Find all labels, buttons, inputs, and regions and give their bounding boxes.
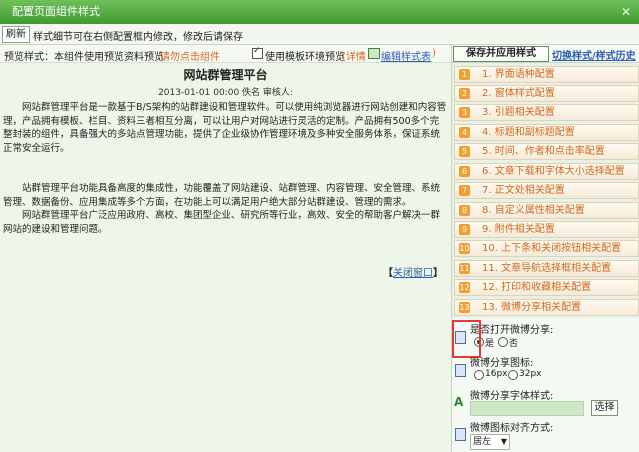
font-style-icon: A (454, 395, 464, 409)
menu-item-11[interactable]: 11 11. 文章导航选择框相关配置 (454, 260, 639, 277)
menu-number-badge: 2 (459, 88, 470, 99)
preview-pane: 预览样式：本组件使用预览资料预览 请勿点击组件 使用模板环境预览 (详情 编辑样… (0, 45, 452, 452)
preview-header: 预览样式：本组件使用预览资料预览 请勿点击组件 使用模板环境预览 (详情 编辑样… (0, 45, 451, 63)
menu-item-6[interactable]: 6 6. 文章下载和字体大小选择配置 (454, 163, 639, 180)
align-icon (455, 428, 466, 441)
menu-item-label: 2. 窗体样式配置 (482, 88, 555, 99)
menu-item-13[interactable]: 13 13. 微博分享相关配置 (454, 299, 639, 316)
menu-item-4[interactable]: 4 4. 标题和副标题配置 (454, 124, 639, 141)
close-window-link[interactable]: 关闭窗口 (393, 268, 433, 279)
close-window-wrapper: 【关闭窗口】 (383, 264, 443, 279)
window-titlebar: 配置页面组件样式 ✕ (0, 0, 639, 24)
article-paragraph-1: 网站群管理平台是一款基于B/S架构的站群建设和管理软件。可以使用纯浏览器进行网站… (3, 102, 447, 155)
chevron-down-icon: ▼ (500, 437, 507, 446)
menu-item-label: 9. 附件相关配置 (482, 224, 555, 235)
menu-number-badge: 7 (459, 185, 470, 196)
weibo-settings: 是否打开微博分享: 是 否 微博分享图标: 16px 32px A 微博分享字体… (452, 318, 639, 452)
menu-item-1[interactable]: 1 1. 界面语种配置 (454, 66, 639, 83)
menu-item-10[interactable]: 10 10. 上下条和关闭按钮相关配置 (454, 240, 639, 257)
menu-number-badge: 13 (459, 302, 470, 313)
switch-style-link[interactable]: 切换样式/样式历史 (552, 47, 636, 62)
menu-number-badge: 6 (459, 166, 470, 177)
menu-item-5[interactable]: 5 5. 时间、作者和点击率配置 (454, 143, 639, 160)
window-title: 配置页面组件样式 (12, 5, 100, 18)
weibo-share-no-label: 否 (509, 339, 519, 349)
menu-item-label: 5. 时间、作者和点击率配置 (482, 146, 605, 157)
weibo-share-label: 是否打开微博分享: (470, 325, 554, 336)
menu-item-7[interactable]: 7 7. 正文处相关配置 (454, 182, 639, 199)
align-label: 微博图标对齐方式: (470, 423, 554, 434)
highlight-box (452, 320, 481, 358)
menu-number-badge: 9 (459, 224, 470, 235)
menu-item-label: 3. 引题相关配置 (482, 107, 555, 118)
use-template-label: 使用模板环境预览 (265, 52, 345, 63)
icon-32px-label: 32px (519, 369, 542, 379)
menu-number-badge: 10 (459, 243, 470, 254)
config-header: 保存并应用样式 切换样式/样式历史 (452, 45, 639, 63)
menu-item-12[interactable]: 12 12. 打印和收藏相关配置 (454, 279, 639, 296)
article-paragraph-3: 网站群管理平台广泛应用政府、高校、集团型企业、研究所等行业，高效、安全的帮助客户… (3, 210, 441, 235)
weibo-share-yes-label: 是 (485, 339, 495, 349)
close-window-close-bracket: 】 (433, 268, 443, 279)
font-style-input[interactable] (470, 401, 584, 416)
menu-item-label: 13. 微博分享相关配置 (482, 302, 582, 313)
align-select[interactable]: 居左 ▼ (470, 434, 510, 450)
menu-item-9[interactable]: 9 9. 附件相关配置 (454, 221, 639, 238)
menu-number-badge: 1 (459, 69, 470, 80)
menu-number-badge: 4 (459, 127, 470, 138)
close-paren: ) (432, 48, 436, 59)
menu-item-label: 4. 标题和副标题配置 (482, 127, 575, 138)
menu-number-badge: 11 (459, 263, 470, 274)
menu-number-badge: 8 (459, 205, 470, 216)
close-icon[interactable]: ✕ (621, 1, 631, 23)
preview-style-label: 预览样式：本组件使用预览资料预览 (4, 52, 164, 63)
weibo-share-no-radio[interactable] (498, 337, 508, 347)
article-paragraph-2: 站群管理平台功能具备高度的集成性，功能覆盖了网站建设、站群管理、内容管理、安全管… (3, 183, 441, 208)
icon-size-label: 微博分享图标: (470, 358, 534, 369)
menu-item-8[interactable]: 8 8. 自定义属性相关配置 (454, 202, 639, 219)
icon-16px-radio[interactable] (474, 370, 484, 380)
edit-style-link[interactable]: 编辑样式表 (381, 48, 431, 63)
use-template-checkbox[interactable] (252, 46, 263, 59)
setting-doc-icon (455, 364, 466, 377)
refresh-button[interactable]: 刷新 (2, 26, 30, 43)
menu-item-label: 10. 上下条和关闭按钮相关配置 (482, 243, 622, 254)
font-style-label: 微博分享字体样式: (470, 391, 554, 402)
icon-16px-label: 16px (485, 369, 508, 379)
close-window-open-bracket: 【 (383, 268, 393, 279)
select-font-button[interactable]: 选择 (591, 400, 618, 416)
config-pane: 保存并应用样式 切换样式/样式历史 1 1. 界面语种配置 2 2. 窗体样式配置 … (452, 45, 639, 452)
edit-style-icon (368, 48, 380, 59)
menu-item-2[interactable]: 2 2. 窗体样式配置 (454, 85, 639, 102)
save-apply-button[interactable]: 保存并应用样式 (453, 46, 549, 62)
icon-32px-radio[interactable] (508, 370, 518, 380)
menu-number-badge: 3 (459, 107, 470, 118)
menu-item-label: 11. 文章导航选择框相关配置 (482, 263, 612, 274)
details-link[interactable]: (详情 (342, 48, 366, 63)
align-select-value: 居左 (473, 437, 492, 447)
menu-item-label: 8. 自定义属性相关配置 (482, 205, 585, 216)
menu-item-label: 7. 正文处相关配置 (482, 185, 565, 196)
toolbar-hint: 样式细节可在右侧配置框内修改，修改后请保存 (33, 32, 243, 43)
click-component-hint: 请勿点击组件 (160, 52, 220, 63)
article-meta: 2013-01-01 00:00 佚名 审核人: (158, 88, 293, 98)
article-title: 网站群管理平台 (183, 68, 268, 82)
menu-item-3[interactable]: 3 3. 引题相关配置 (454, 104, 639, 121)
menu-item-label: 1. 界面语种配置 (482, 69, 555, 80)
toolbar: 刷新 样式细节可在右侧配置框内修改，修改后请保存 (0, 24, 639, 45)
article: 网站群管理平台 2013-01-01 00:00 佚名 审核人: 网站群管理平台… (0, 63, 451, 452)
menu-number-badge: 12 (459, 282, 470, 293)
menu-item-label: 12. 打印和收藏相关配置 (482, 282, 592, 293)
menu-number-badge: 5 (459, 146, 470, 157)
menu-item-label: 6. 文章下载和字体大小选择配置 (482, 166, 625, 177)
